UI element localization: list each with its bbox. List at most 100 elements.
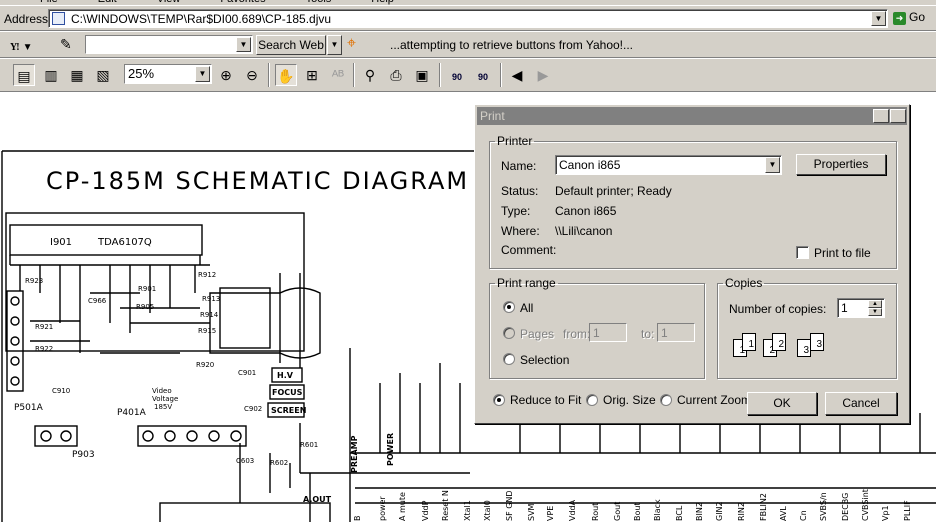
- dialog-title: Print: [480, 109, 505, 123]
- zoom-out-icon[interactable]: ⊖: [241, 64, 263, 86]
- menu-item[interactable]: Help: [371, 0, 394, 5]
- ok-button[interactable]: OK: [747, 392, 817, 415]
- svg-text:P903: P903: [72, 450, 95, 460]
- menu-item[interactable]: Tools: [306, 0, 332, 5]
- printer-name-select[interactable]: Canon i865 ▼: [555, 155, 782, 175]
- hand-tool-icon[interactable]: ✋: [275, 64, 297, 86]
- svg-text:SVM: SVM: [527, 503, 536, 521]
- reduce-to-fit-label[interactable]: Reduce to Fit: [510, 393, 581, 407]
- back-arrow-icon[interactable]: ◀: [506, 64, 528, 86]
- svg-text:C910: C910: [52, 387, 70, 395]
- close-button[interactable]: X: [890, 109, 906, 123]
- svg-text:R901: R901: [138, 285, 156, 293]
- help-button[interactable]: ?: [873, 109, 889, 123]
- svg-text:Xtal0: Xtal0: [483, 500, 492, 521]
- yahoo-logo[interactable]: Y! ▼: [6, 34, 33, 56]
- cancel-button[interactable]: Cancel: [825, 392, 897, 415]
- orig-size-label[interactable]: Orig. Size: [603, 393, 656, 407]
- range-all-label[interactable]: All: [520, 301, 533, 315]
- menu-item[interactable]: Favorites: [220, 0, 265, 5]
- toolbar-separator: [353, 63, 355, 87]
- svg-text:PLLIF: PLLIF: [903, 500, 912, 521]
- range-selection-radio[interactable]: [503, 353, 515, 365]
- text-page-icon[interactable]: ▦: [66, 64, 88, 86]
- name-label: Name:: [501, 159, 537, 173]
- zoom-select-tool-icon[interactable]: ⊞: [301, 64, 323, 86]
- reduce-to-fit-radio[interactable]: [493, 394, 505, 406]
- copies-up-button[interactable]: ▲: [868, 300, 882, 308]
- current-zoom-label[interactable]: Current Zoom: [677, 393, 751, 407]
- text-select-icon[interactable]: ᴬᴮ: [327, 64, 349, 86]
- range-pages-label[interactable]: Pages: [520, 327, 554, 341]
- svg-text:BCL: BCL: [675, 505, 684, 521]
- svg-text:Black: Black: [653, 499, 662, 521]
- from-label: from:: [563, 327, 591, 341]
- search-web-dropdown[interactable]: ▼: [327, 35, 342, 55]
- svg-text:DECBG: DECBG: [841, 493, 850, 521]
- svg-text:P401A: P401A: [117, 408, 147, 418]
- page-layout-icon[interactable]: ▥: [40, 64, 62, 86]
- toolbar-separator: [500, 63, 502, 87]
- rotate-right-icon[interactable]: 90: [472, 64, 494, 86]
- zoom-select[interactable]: 25% ▼: [124, 64, 212, 84]
- highlight-icon[interactable]: ⌖: [347, 35, 356, 53]
- save-icon[interactable]: ▣: [411, 64, 433, 86]
- status-value: Default printer; Ready: [555, 184, 672, 198]
- to-input[interactable]: 1: [657, 323, 695, 342]
- collate-page: 3: [810, 333, 824, 351]
- toolbar-separator: [268, 63, 270, 87]
- print-icon[interactable]: ⎙: [385, 64, 407, 86]
- yahoo-status-message: ...attempting to retrieve buttons from Y…: [390, 38, 634, 52]
- print-to-file-label[interactable]: Print to file: [814, 246, 871, 260]
- copies-group-label: Copies: [725, 276, 763, 290]
- range-pages-radio[interactable]: [503, 327, 515, 339]
- svg-text:Cn: Cn: [799, 510, 808, 521]
- comment-label: Comment:: [501, 243, 557, 257]
- pencil-icon[interactable]: ✎: [60, 36, 72, 53]
- range-selection-label[interactable]: Selection: [520, 353, 569, 367]
- go-arrow-icon: ➜: [893, 12, 906, 25]
- search-dropdown-button[interactable]: ▼: [236, 37, 251, 52]
- zoom-dropdown-button[interactable]: ▼: [195, 66, 210, 82]
- zoom-in-icon[interactable]: ⊕: [215, 64, 237, 86]
- svg-text:B: B: [353, 516, 362, 522]
- from-input[interactable]: 1: [589, 323, 627, 342]
- svg-text:GIN2: GIN2: [715, 501, 724, 521]
- rotate-left-icon[interactable]: 90: [446, 64, 468, 86]
- status-label: Status:: [501, 184, 539, 198]
- forward-arrow-icon[interactable]: ▶: [532, 64, 554, 86]
- svg-text:TDA6107Q: TDA6107Q: [97, 237, 152, 248]
- current-zoom-radio[interactable]: [660, 394, 672, 406]
- svg-text:Voltage: Voltage: [152, 395, 178, 403]
- range-all-radio[interactable]: [503, 301, 515, 313]
- address-input[interactable]: C:\WINDOWS\TEMP\Rar$DI00.689\CP-185.djvu…: [48, 9, 888, 28]
- thumbnail-page-icon[interactable]: ▧: [92, 64, 114, 86]
- copies-down-button[interactable]: ▼: [868, 308, 882, 316]
- yahoo-search-input[interactable]: ▼: [85, 35, 253, 54]
- svg-text:A mute: A mute: [398, 492, 407, 521]
- properties-button[interactable]: Properties: [796, 154, 886, 175]
- address-dropdown-button[interactable]: ▼: [871, 11, 886, 26]
- menu-item[interactable]: File: [40, 0, 58, 5]
- svg-text:Gout: Gout: [613, 502, 622, 521]
- go-button[interactable]: ➜ Go: [893, 10, 925, 25]
- print-to-file-checkbox[interactable]: [796, 246, 809, 259]
- chevron-down-icon[interactable]: ▼: [23, 42, 33, 53]
- dialog-title-bar: Print ? X: [477, 107, 907, 125]
- go-label: Go: [909, 10, 926, 24]
- document-icon: [52, 12, 65, 25]
- svg-text:A.OUT: A.OUT: [303, 495, 332, 504]
- search-web-button[interactable]: Search Web: [256, 35, 326, 55]
- printer-group-label: Printer: [497, 134, 533, 148]
- where-value: \\Lili\canon: [555, 224, 613, 238]
- svg-text:Video: Video: [152, 387, 172, 395]
- menu-item[interactable]: View: [157, 0, 181, 5]
- menu-item[interactable]: Edit: [98, 0, 117, 5]
- address-label: Address: [4, 12, 49, 26]
- find-icon[interactable]: ⚲: [359, 64, 381, 86]
- single-page-icon[interactable]: ▤: [13, 64, 35, 86]
- copies-label: Number of copies:: [729, 302, 827, 316]
- svg-text:CVBSint: CVBSint: [861, 489, 870, 521]
- orig-size-radio[interactable]: [586, 394, 598, 406]
- printer-dropdown-button[interactable]: ▼: [765, 157, 780, 173]
